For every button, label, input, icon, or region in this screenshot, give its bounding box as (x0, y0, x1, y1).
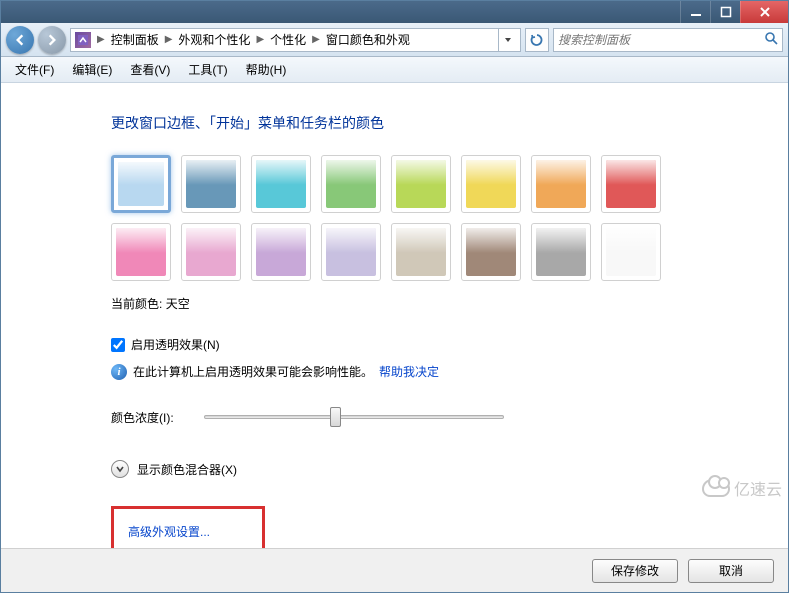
search-icon[interactable] (764, 31, 778, 48)
intensity-slider[interactable] (204, 406, 504, 428)
breadcrumb-segment[interactable]: 外观和个性化 (174, 31, 254, 48)
maximize-button[interactable] (710, 1, 740, 23)
slider-track (204, 415, 504, 419)
menu-file[interactable]: 文件(F) (7, 58, 62, 81)
color-mixer-label[interactable]: 显示颜色混合器(X) (137, 461, 237, 478)
intensity-label: 颜色浓度(I): (111, 409, 174, 426)
color-swatch[interactable] (181, 223, 241, 281)
menu-help[interactable]: 帮助(H) (238, 58, 295, 81)
cloud-icon (702, 479, 730, 497)
intensity-row: 颜色浓度(I): (111, 406, 788, 428)
window-frame: ▶ 控制面板 ▶ 外观和个性化 ▶ 个性化 ▶ 窗口颜色和外观 文件(F) 编辑… (0, 0, 789, 593)
refresh-button[interactable] (525, 28, 549, 52)
watermark-text: 亿速云 (734, 476, 782, 500)
color-swatch[interactable] (181, 155, 241, 213)
current-color-label: 当前颜色: (111, 297, 162, 311)
transparency-row: 启用透明效果(N) (111, 336, 788, 353)
control-panel-icon (75, 32, 91, 48)
color-swatch[interactable] (601, 155, 661, 213)
color-swatch[interactable] (251, 155, 311, 213)
search-box[interactable] (553, 28, 783, 52)
menubar: 文件(F) 编辑(E) 查看(V) 工具(T) 帮助(H) (1, 57, 788, 83)
breadcrumb[interactable]: ▶ 控制面板 ▶ 外观和个性化 ▶ 个性化 ▶ 窗口颜色和外观 (70, 28, 521, 52)
color-swatch[interactable] (391, 155, 451, 213)
page-title: 更改窗口边框、「开始」菜单和任务栏的颜色 (111, 113, 788, 133)
watermark: 亿速云 (702, 476, 782, 500)
breadcrumb-segment[interactable]: 窗口颜色和外观 (322, 31, 414, 48)
minimize-button[interactable] (680, 1, 710, 23)
current-color-value: 天空 (166, 297, 190, 311)
color-swatch[interactable] (601, 223, 661, 281)
color-swatch[interactable] (321, 155, 381, 213)
advanced-appearance-link[interactable]: 高级外观设置... (128, 525, 210, 539)
color-swatch[interactable] (111, 155, 171, 213)
chevron-right-icon: ▶ (310, 34, 322, 45)
chevron-right-icon: ▶ (95, 34, 107, 45)
color-swatch[interactable] (531, 155, 591, 213)
breadcrumb-segment[interactable]: 个性化 (266, 31, 310, 48)
color-swatch[interactable] (391, 223, 451, 281)
performance-info-row: i 在此计算机上启用透明效果可能会影响性能。 帮助我决定 (111, 363, 788, 380)
back-button[interactable] (6, 26, 34, 54)
advanced-highlight-box: 高级外观设置... (111, 506, 265, 548)
titlebar (1, 1, 788, 23)
menu-view[interactable]: 查看(V) (122, 58, 178, 81)
breadcrumb-dropdown[interactable] (498, 29, 516, 51)
color-swatch[interactable] (461, 223, 521, 281)
color-swatch[interactable] (251, 223, 311, 281)
color-swatch[interactable] (531, 223, 591, 281)
transparency-label[interactable]: 启用透明效果(N) (131, 336, 220, 353)
slider-thumb[interactable] (330, 407, 341, 427)
close-button[interactable] (740, 1, 788, 23)
search-input[interactable] (558, 33, 764, 47)
performance-text: 在此计算机上启用透明效果可能会影响性能。 (133, 363, 373, 380)
color-mixer-row[interactable]: 显示颜色混合器(X) (111, 460, 788, 478)
color-swatch[interactable] (321, 223, 381, 281)
menu-edit[interactable]: 编辑(E) (64, 58, 120, 81)
content-area: 更改窗口边框、「开始」菜单和任务栏的颜色 当前颜色: 天空 启用透明效果(N) … (1, 83, 788, 548)
color-swatches (111, 155, 711, 281)
chevron-right-icon: ▶ (163, 34, 175, 45)
info-icon: i (111, 364, 127, 380)
forward-button[interactable] (38, 26, 66, 54)
help-decide-link[interactable]: 帮助我决定 (379, 363, 439, 380)
current-color-row: 当前颜色: 天空 (111, 295, 788, 312)
save-button[interactable]: 保存修改 (592, 559, 678, 583)
breadcrumb-segment[interactable]: 控制面板 (107, 31, 163, 48)
menu-tools[interactable]: 工具(T) (180, 58, 235, 81)
cancel-button[interactable]: 取消 (688, 559, 774, 583)
transparency-checkbox[interactable] (111, 338, 125, 352)
color-swatch[interactable] (461, 155, 521, 213)
nav-toolbar: ▶ 控制面板 ▶ 外观和个性化 ▶ 个性化 ▶ 窗口颜色和外观 (1, 23, 788, 57)
color-swatch[interactable] (111, 223, 171, 281)
chevron-right-icon: ▶ (254, 34, 266, 45)
footer: 保存修改 取消 (1, 548, 788, 592)
chevron-down-icon[interactable] (111, 460, 129, 478)
